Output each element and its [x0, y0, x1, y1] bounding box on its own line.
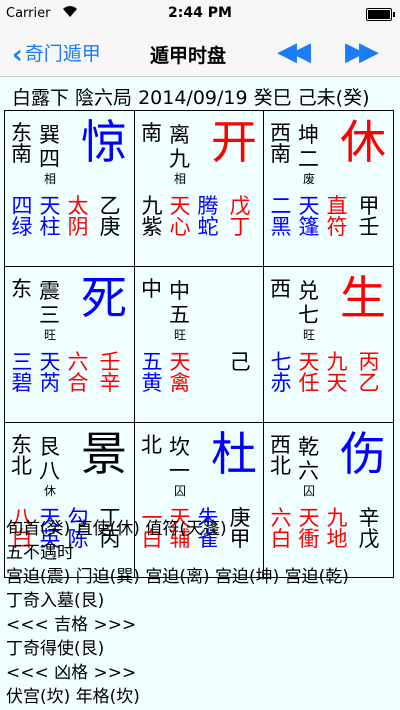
note-line: 丁奇入墓(艮) [6, 591, 105, 611]
notes-panel: 旬首(癸) 直使(休) 值符(天篷) 五不遇时 宫迫(震) 门迫(巽) 宫迫(离… [6, 517, 349, 709]
palace-direction: 东北 [11, 433, 32, 478]
palace-direction: 东 [11, 277, 32, 301]
chevron-left-icon: ‹ [12, 40, 23, 70]
note-line: 伏宫(坎) 年格(坎) [6, 687, 140, 707]
palace-stack: 六合 [67, 350, 89, 395]
previous-button[interactable]: ◀◀ [277, 37, 311, 67]
palace-door: 景 [81, 427, 127, 481]
palace-stack: 辛戊 [358, 506, 380, 551]
palace-trigram: 乾 [298, 435, 319, 459]
palace-door: 休 [340, 115, 386, 169]
navigation-bar: ‹ 奇门遁甲 遁甲时盘 ◀◀ ▶▶ [0, 28, 400, 77]
palace-door: 开 [211, 115, 257, 169]
note-line: 旬首(癸) 直使(休) 值符(天篷) [6, 519, 227, 539]
note-line: <<< 凶格 >>> [6, 663, 137, 683]
palace-stack: 天芮 [39, 350, 61, 395]
status-bar: Carrier 2:44 PM [0, 0, 400, 28]
status-time: 2:44 PM [168, 5, 232, 21]
palace-state: 休 [44, 484, 57, 498]
palace-state: 囚 [174, 484, 187, 498]
palace-trigram: 兑 [298, 279, 319, 303]
palace-number: 七 [298, 303, 319, 327]
note-line: <<< 吉格 >>> [6, 615, 137, 635]
palace-stack: 九天 [326, 350, 348, 395]
palace-stack: 七赤 [270, 350, 292, 395]
palace-direction: 西 [270, 277, 291, 301]
palace-state: 旺 [174, 328, 187, 342]
nine-palace-grid: 东南巽四相惊四绿 天柱 太阴 乙庚南离九相开九紫 天心 腾蛇 戊丁 西南坤二废休二黑 天篷 直符甲… [4, 110, 394, 578]
back-button-label: 奇门遁甲 [24, 43, 101, 65]
palace-state: 废 [303, 172, 316, 186]
palace-stack: 九紫 [141, 194, 163, 239]
note-line: 宫迫(震) 门迫(巽) 宫迫(离) 宫迫(坤) 宫迫(乾) [6, 567, 349, 587]
palace-stack: 太阴 [67, 194, 89, 239]
palace-cell: 西兑七旺 生七赤 天任 九天 丙乙 [264, 267, 393, 422]
palace-door: 死 [81, 271, 127, 325]
palace-stack: 天心 [169, 194, 191, 239]
palace-number: 四 [39, 147, 60, 171]
palace-trigram: 中 [169, 279, 190, 303]
palace-trigram: 离 [169, 123, 190, 147]
page-title: 遁甲时盘 [150, 45, 227, 67]
palace-stack: 乙庚 [99, 194, 121, 239]
palace-state: 囚 [303, 484, 316, 498]
palace-number: 一 [169, 459, 190, 483]
palace-state: 相 [174, 172, 187, 186]
palace-stack: 二黑 [270, 194, 292, 239]
palace-trigram: 巽 [39, 123, 60, 147]
palace-stack: 天任 [298, 350, 320, 395]
palace-stack: 天柱 [39, 194, 61, 239]
palace-stack: 腾蛇 [197, 194, 219, 239]
palace-direction: 中 [141, 277, 162, 301]
chart-content: 白露下 陰六局 2014/09/19 癸巳 己未(癸) 东南巽四相惊四绿 天柱 太阴… [0, 77, 400, 710]
palace-stack: 直符 [326, 194, 348, 239]
palace-number: 九 [169, 147, 190, 171]
palace-cell: 南离九相 开九紫 天心 腾蛇 戊丁 [135, 111, 264, 266]
back-button[interactable]: ‹ 奇门遁甲 [12, 39, 101, 70]
palace-state: 旺 [303, 328, 316, 342]
next-button[interactable]: ▶▶ [345, 37, 379, 67]
palace-cell: 东南巽四相 惊四绿 天柱 太阴 乙庚 [5, 111, 134, 266]
note-line: 丁奇得使(艮) [6, 639, 105, 659]
note-line: 五不遇时 [6, 543, 74, 563]
palace-trigram: 震 [39, 279, 60, 303]
palace-stack: 甲壬 [358, 194, 380, 239]
palace-number: 五 [169, 303, 190, 327]
palace-stack: 壬辛 [99, 350, 121, 395]
palace-cell: 西南坤二废 休二黑 天篷 直符 甲壬 [264, 111, 393, 266]
palace-stack: 天禽 [169, 350, 191, 395]
palace-door: 惊 [81, 115, 127, 169]
palace-number: 八 [39, 459, 60, 483]
palace-direction: 西南 [270, 121, 291, 166]
palace-cell: 中中五旺五黄 天禽 己 [135, 267, 264, 422]
palace-number: 六 [298, 459, 319, 483]
palace-stack: 四绿 [11, 194, 33, 239]
palace-door: 杜 [211, 427, 257, 481]
palace-stack: 三碧 [11, 350, 33, 395]
palace-state: 旺 [44, 328, 57, 342]
palace-state: 相 [44, 172, 57, 186]
palace-trigram: 坤 [298, 123, 319, 147]
palace-stack: 天篷 [298, 194, 320, 239]
chart-info: 白露下 陰六局 2014/09/19 癸巳 己未(癸) [12, 87, 370, 109]
palace-trigram: 艮 [39, 435, 60, 459]
palace-stack: 己 [229, 350, 251, 374]
palace-number: 二 [298, 147, 319, 171]
palace-trigram: 坎 [169, 435, 190, 459]
palace-direction: 西北 [270, 433, 291, 478]
palace-direction: 东南 [11, 121, 32, 166]
palace-direction: 南 [141, 121, 162, 145]
palace-door: 生 [340, 271, 386, 325]
palace-direction: 北 [141, 433, 162, 457]
palace-number: 三 [39, 303, 60, 327]
palace-cell: 东震三旺 死三碧 天芮 六合 壬辛 [5, 267, 134, 422]
palace-stack: 戊丁 [229, 194, 251, 239]
palace-stack: 丙乙 [358, 350, 380, 395]
palace-door: 伤 [340, 427, 386, 481]
battery-icon [366, 8, 395, 21]
palace-stack: 五黄 [141, 350, 163, 395]
